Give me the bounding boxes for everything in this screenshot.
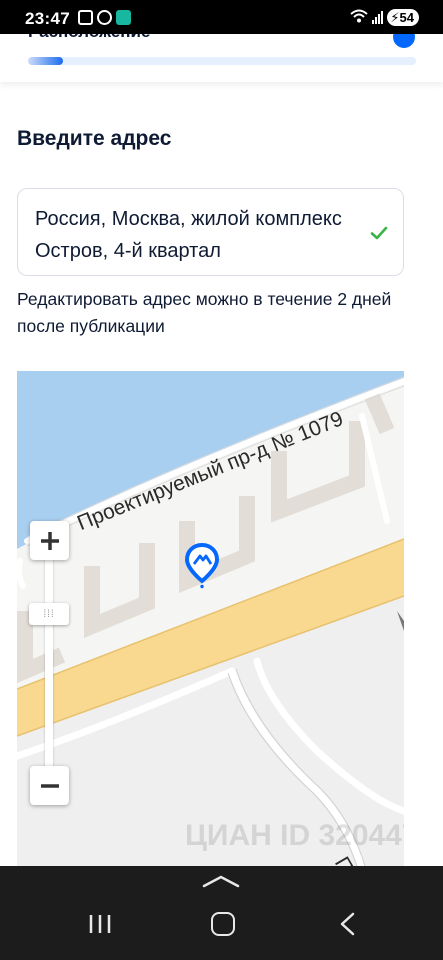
step-header: Расположение <box>0 34 443 82</box>
recent-apps-icon[interactable] <box>88 914 112 934</box>
map-base <box>17 371 404 869</box>
address-section-title: Введите адрес <box>17 127 172 150</box>
wifi-icon <box>350 9 369 26</box>
check-icon <box>370 226 388 240</box>
status-bar: 23:47 ⚡54 <box>0 0 443 34</box>
grip-icon: ⁞⁞⁞ <box>43 608 55 620</box>
step-title: Расположение <box>28 34 150 42</box>
battery-icon: ⚡54 <box>387 9 419 26</box>
app-icon <box>116 10 131 25</box>
watermark: ЦИАН ID 320447264 <box>185 819 404 852</box>
screenshot-icon <box>78 10 93 25</box>
whatsapp-icon <box>97 10 112 25</box>
step-badge <box>393 34 415 48</box>
address-value[interactable]: Россия, Москва, жилой комплекс Остров, 4… <box>35 203 355 267</box>
home-icon[interactable] <box>211 912 235 936</box>
signal-icon <box>372 11 384 24</box>
back-icon[interactable] <box>338 912 356 936</box>
notification-icons <box>78 10 131 25</box>
zoom-out-button[interactable] <box>30 766 69 805</box>
step-progress-fill <box>28 57 63 65</box>
zoom-in-button[interactable] <box>30 521 69 560</box>
map-view[interactable]: Проектируемый пр-д № 1079 П ⁞⁞⁞ ЦИАН ID … <box>17 371 404 869</box>
address-hint: Редактировать адрес можно в течение 2 дн… <box>17 289 392 336</box>
zoom-slider-handle[interactable]: ⁞⁞⁞ <box>29 603 69 625</box>
chevron-up-icon[interactable] <box>202 874 240 888</box>
system-nav-bar <box>0 866 443 960</box>
minus-icon <box>40 783 59 788</box>
battery-level: 54 <box>399 10 414 25</box>
status-time: 23:47 <box>25 9 70 28</box>
map-pin-icon[interactable] <box>184 543 220 589</box>
zoom-slider-track[interactable] <box>45 559 53 767</box>
plus-icon <box>40 531 59 550</box>
address-input[interactable]: Россия, Москва, жилой комплекс Остров, 4… <box>17 188 404 276</box>
step-progress-bar <box>28 57 416 65</box>
system-icons: ⚡54 <box>350 9 419 26</box>
